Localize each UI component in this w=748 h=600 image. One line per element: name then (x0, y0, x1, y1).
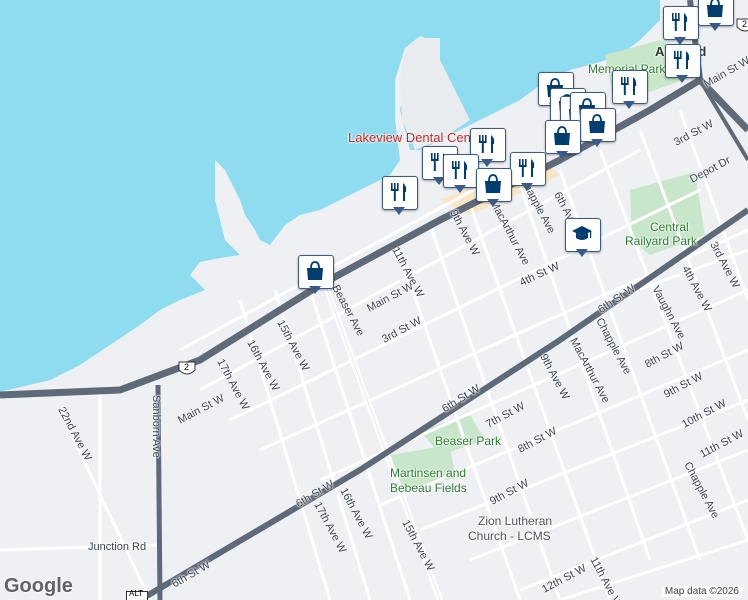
dental-center-label[interactable]: Lakeview Dental Center (348, 130, 486, 145)
church-label-1[interactable]: Zion Lutheran (478, 514, 552, 528)
shopping-icon (307, 261, 323, 280)
restaurant-icon (391, 183, 407, 201)
fields-label-1[interactable]: Martinsen and (390, 466, 466, 480)
restaurant-icon (519, 159, 535, 177)
restaurant-icon (452, 161, 468, 179)
shopping-icon (707, 0, 723, 17)
shopping-pin[interactable] (298, 255, 334, 295)
street-label-sanborn: Sanborn Ave (150, 395, 162, 458)
school-icon (572, 226, 592, 240)
map-canvas[interactable]: Ashland Memorial Park Lakeview Dental Ce… (0, 0, 748, 600)
google-logo: Google (4, 575, 73, 597)
map-data-credit[interactable]: Map data ©2026 (661, 586, 742, 597)
shopping-icon (589, 114, 605, 133)
restaurant-pin[interactable] (612, 70, 648, 110)
restaurant-icon (479, 135, 495, 153)
restaurant-icon (621, 77, 637, 95)
us-highway-2-shield: 2 (178, 361, 196, 377)
church-label-2[interactable]: Church - LCMS (468, 529, 551, 543)
street-label-junction: Junction Rd (88, 541, 147, 553)
shopping-pin[interactable] (545, 120, 581, 160)
restaurant-pin[interactable] (382, 176, 418, 216)
beaser-park-label[interactable]: Beaser Park (435, 434, 501, 448)
central-park-label-2[interactable]: Railyard Park (625, 234, 697, 248)
shopping-pin[interactable] (476, 168, 512, 208)
restaurant-icon (674, 51, 690, 69)
alt-route-shield: ALT (126, 589, 148, 600)
shopping-icon (554, 126, 570, 145)
restaurant-pin[interactable] (665, 44, 701, 84)
us-highway-2-shield-ne: 2 (736, 18, 748, 34)
central-park-label-1[interactable]: Central (650, 220, 689, 234)
restaurant-pin[interactable] (443, 154, 479, 194)
fields-label-2[interactable]: Bebeau Fields (390, 481, 467, 495)
shopping-pin[interactable] (698, 0, 734, 32)
restaurant-icon (672, 13, 688, 31)
school-pin[interactable] (565, 218, 601, 258)
shopping-pin[interactable] (580, 108, 616, 148)
shopping-icon (485, 174, 501, 193)
restaurant-pin[interactable] (663, 6, 699, 46)
restaurant-pin[interactable] (510, 152, 546, 192)
